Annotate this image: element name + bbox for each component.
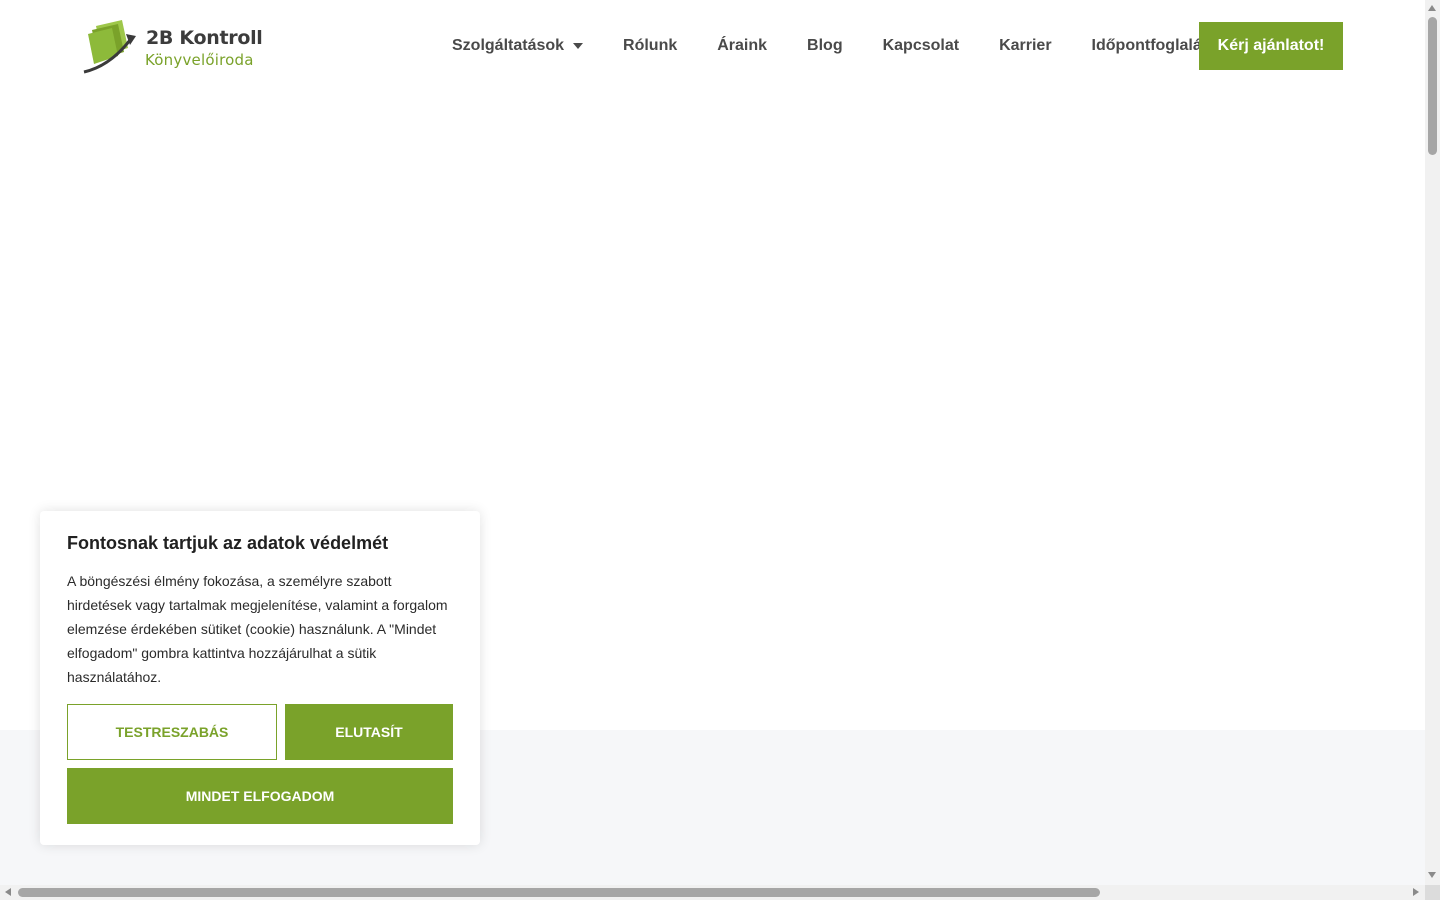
- scroll-right-arrow-icon[interactable]: [1413, 888, 1419, 896]
- nav-item-blog[interactable]: Blog: [787, 22, 863, 70]
- logo-title: 2B Kontroll: [146, 27, 263, 49]
- cookie-accept-all-button[interactable]: MINDET ELFOGADOM: [67, 768, 453, 824]
- cookie-customize-button[interactable]: TESTRESZABÁS: [67, 704, 277, 760]
- horizontal-scrollbar-thumb[interactable]: [18, 888, 1100, 897]
- main-nav: Szolgáltatások Rólunk Áraink Blog Kapcso…: [432, 22, 1231, 70]
- cookie-reject-button[interactable]: ELUTASÍT: [285, 704, 453, 760]
- scrollbar-corner: [1425, 885, 1440, 900]
- nav-item-label: Kapcsolat: [882, 37, 960, 54]
- scroll-left-arrow-icon[interactable]: [5, 888, 11, 896]
- cookie-banner-title: Fontosnak tartjuk az adatok védelmét: [67, 533, 389, 553]
- book-arrow-logo-icon: [83, 20, 136, 74]
- nav-item-karrier[interactable]: Karrier: [979, 22, 1071, 70]
- vertical-scrollbar-thumb[interactable]: [1428, 17, 1437, 155]
- site-logo[interactable]: 2B Kontroll Könyvelőiroda: [82, 18, 263, 76]
- nav-item-label: Időpontfoglalás: [1091, 37, 1211, 54]
- scroll-down-arrow-icon[interactable]: [1428, 872, 1436, 878]
- nav-item-label: Áraink: [717, 37, 768, 54]
- page: 2B Kontroll Könyvelőiroda Szolgáltatások…: [0, 0, 1440, 900]
- cookie-consent-banner: Fontosnak tartjuk az adatok védelmét A b…: [40, 511, 480, 845]
- scroll-up-arrow-icon[interactable]: [1428, 5, 1436, 11]
- nav-item-kapcsolat[interactable]: Kapcsolat: [863, 22, 979, 70]
- nav-item-label: Rólunk: [623, 37, 678, 54]
- logo-subtitle: Könyvelőiroda: [145, 51, 254, 69]
- chevron-down-icon: [573, 43, 584, 49]
- nav-item-rolunk[interactable]: Rólunk: [603, 22, 697, 70]
- nav-item-szolgaltatasok[interactable]: Szolgáltatások: [432, 22, 603, 70]
- nav-item-label: Szolgáltatások: [452, 37, 565, 54]
- nav-item-araink[interactable]: Áraink: [697, 22, 787, 70]
- request-quote-button[interactable]: Kérj ajánlatot!: [1199, 22, 1343, 70]
- nav-item-label: Karrier: [999, 37, 1052, 54]
- site-header: 2B Kontroll Könyvelőiroda Szolgáltatások…: [0, 0, 1425, 92]
- nav-item-label: Blog: [807, 37, 843, 54]
- cookie-banner-text: A böngészési élmény fokozása, a személyr…: [67, 573, 448, 685]
